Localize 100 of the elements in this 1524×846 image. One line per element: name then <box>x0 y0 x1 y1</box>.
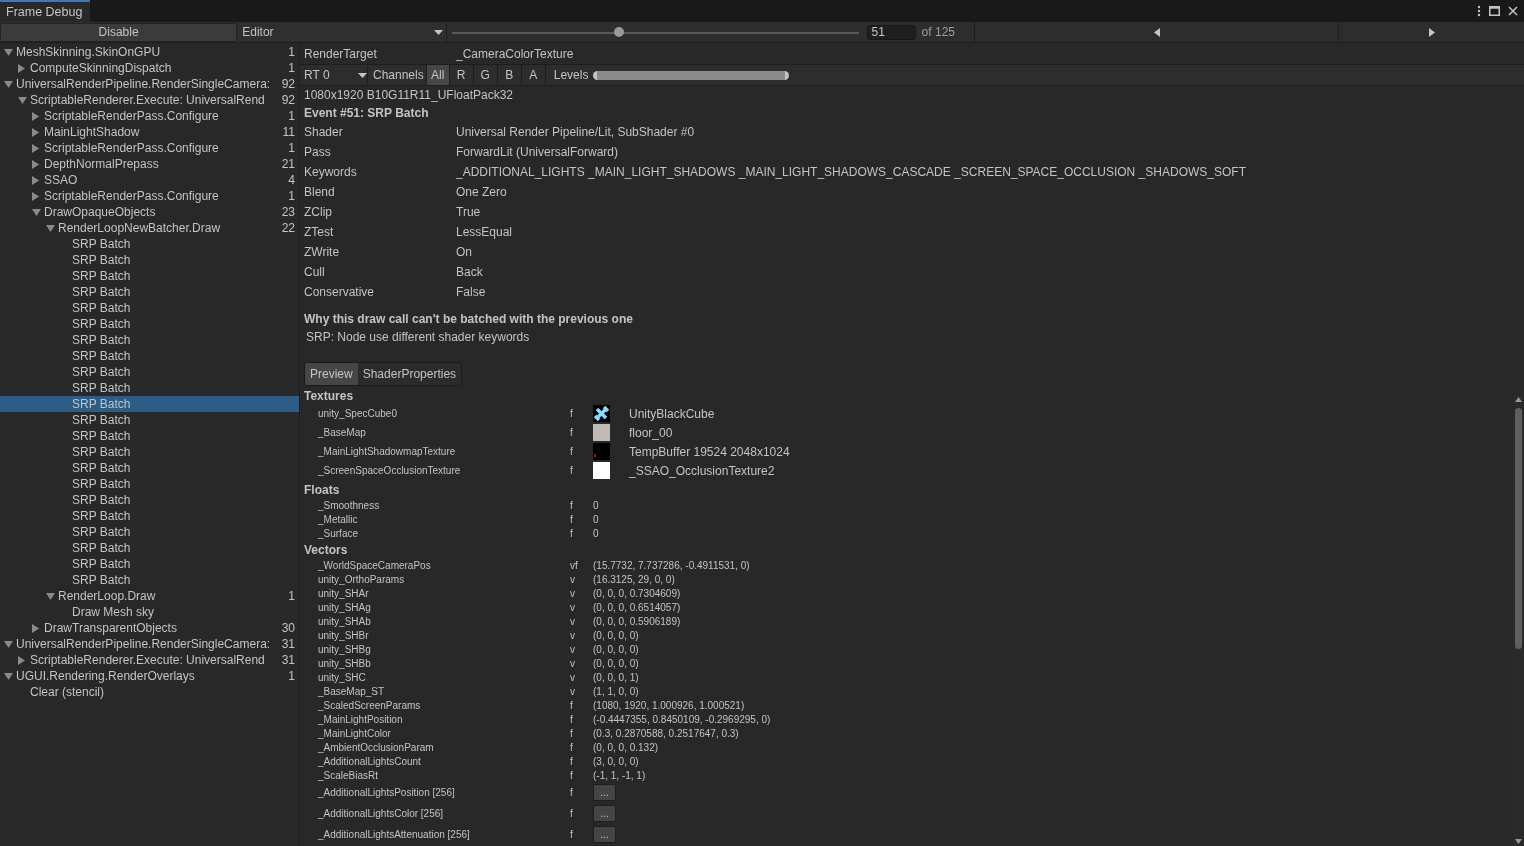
tree-item-label: SRP Batch <box>72 429 132 443</box>
tree-item[interactable]: SRP Batch <box>0 460 299 476</box>
tree-item[interactable]: SRP Batch <box>0 284 299 300</box>
property-label: Keywords <box>304 165 358 179</box>
tree-item-label: ScriptableRenderPass.Configure <box>44 109 220 123</box>
show-values-button[interactable]: ... <box>593 805 616 822</box>
collapsed-arrow-icon[interactable] <box>18 655 25 665</box>
tree-item[interactable]: ScriptableRenderer.Execute: UniversalRend 92 <box>0 92 299 108</box>
tree-item-label: MeshSkinning.SkinOnGPU <box>16 45 162 59</box>
tree-item[interactable]: MeshSkinning.SkinOnGPU 1 <box>0 44 299 60</box>
tree-item-label: SRP Batch <box>72 269 132 283</box>
expanded-arrow-icon[interactable] <box>4 48 13 56</box>
caret-icon <box>358 72 367 78</box>
tree-item[interactable]: RenderLoopNewBatcher.Draw 22 <box>0 220 299 236</box>
section-heading: Vectors <box>304 542 348 558</box>
collapsed-arrow-icon[interactable] <box>18 63 25 73</box>
render-target-dropdown[interactable]: RT 0 <box>304 65 368 85</box>
texture-name: TempBuffer 19524 2048x1024 <box>629 444 790 459</box>
show-values-button[interactable]: ... <box>593 784 616 801</box>
tree-item[interactable]: UGUI.Rendering.RenderOverlays 1 <box>0 668 299 684</box>
draw-count: 1 <box>288 141 295 155</box>
expanded-arrow-icon[interactable] <box>4 672 13 680</box>
tree-item[interactable]: ComputeSkinningDispatch 1 <box>0 60 299 76</box>
disable-button[interactable]: Disable <box>0 22 238 42</box>
draw-count: 1 <box>288 669 295 683</box>
tree-item[interactable]: SRP Batch <box>0 380 299 396</box>
texture-name: _SSAO_OcclusionTexture2 <box>629 463 775 478</box>
tree-item[interactable]: SRP Batch <box>0 396 299 412</box>
property-value: (3, 0, 0, 0) <box>593 755 639 767</box>
property-value: 0 <box>593 513 599 525</box>
tree-item-label: UniversalRenderPipeline.RenderSingleCamera: <box>16 637 272 651</box>
property-type-label: v <box>570 587 576 599</box>
tree-item[interactable]: SRP Batch <box>0 332 299 348</box>
close-icon[interactable] <box>1508 6 1518 16</box>
channel-toggle[interactable]: All <box>425 65 449 85</box>
property-name: _AdditionalLightsCount <box>318 755 422 767</box>
tree-item[interactable]: SRP Batch <box>0 476 299 492</box>
tree-item[interactable]: SRP Batch <box>0 412 299 428</box>
tree-item[interactable]: ScriptableRenderer.Execute: UniversalRend 31 <box>0 652 299 668</box>
tree-item-label: SRP Batch <box>72 477 132 491</box>
tree-item-label: SRP Batch <box>72 461 132 475</box>
tree-item-label: SSAO <box>44 173 79 187</box>
tree-item[interactable]: Clear (stencil) <box>0 684 299 700</box>
tree-item[interactable]: SRP Batch <box>0 428 299 444</box>
property-value: (0, 0, 0, 0.132) <box>593 741 659 753</box>
tree-item[interactable]: ScriptableRenderPass.Configure 1 <box>0 108 299 124</box>
tree-item[interactable]: UniversalRenderPipeline.RenderSingleCamera: 92 <box>0 76 299 92</box>
tree-item[interactable]: SRP Batch <box>0 316 299 332</box>
property-type-label: v <box>570 629 576 641</box>
tree-item[interactable]: RenderLoop.Draw 1 <box>0 588 299 604</box>
slider-thumb[interactable] <box>613 26 624 37</box>
property-type-label: f <box>570 727 574 739</box>
tree-item[interactable]: SRP Batch <box>0 252 299 268</box>
section-heading: Floats <box>304 482 340 498</box>
tree-item[interactable]: DepthNormalPrepass 21 <box>0 156 299 172</box>
tree-item[interactable]: SRP Batch <box>0 268 299 284</box>
tree-item[interactable]: DrawOpaqueObjects 23 <box>0 204 299 220</box>
tree-item-label: ScriptableRenderPass.Configure <box>44 141 220 155</box>
tree-item[interactable]: SRP Batch <box>0 300 299 316</box>
draw-count: 1 <box>288 109 295 123</box>
tree-item[interactable]: SRP Batch <box>0 492 299 508</box>
window-tab[interactable]: Frame Debug <box>0 0 91 22</box>
tree-item[interactable]: SRP Batch <box>0 572 299 588</box>
more-options-icon[interactable] <box>1477 5 1481 17</box>
scroll-down-icon[interactable] <box>1515 839 1522 844</box>
tree-item[interactable]: SSAO 4 <box>0 172 299 188</box>
property-type-label: v <box>570 615 576 627</box>
tree-item[interactable]: MainLightShadow 11 <box>0 124 299 140</box>
texture-format: 1080x1920 B10G11R11_UFloatPack32 <box>304 87 515 104</box>
tree-item-label: SRP Batch <box>72 445 132 459</box>
maximize-icon[interactable] <box>1489 6 1500 16</box>
property-type-label: v <box>570 601 576 613</box>
show-values-button[interactable]: ... <box>593 826 616 843</box>
event-number-field[interactable]: 51 <box>866 24 916 40</box>
scroll-up-icon[interactable] <box>1515 397 1522 402</box>
property-name: _ScaledScreenParams <box>318 699 422 711</box>
tree-item[interactable]: DrawTransparentObjects 30 <box>0 620 299 636</box>
tree-item[interactable]: SRP Batch <box>0 556 299 572</box>
collapsed-arrow-icon[interactable] <box>32 623 39 633</box>
property-type-label: f <box>570 527 574 539</box>
property-name: unity_SHBg <box>318 643 372 655</box>
tree-item[interactable]: ScriptableRenderPass.Configure 1 <box>0 188 299 204</box>
expanded-arrow-icon[interactable] <box>4 640 13 648</box>
expanded-arrow-icon[interactable] <box>46 592 55 600</box>
levels-slider[interactable] <box>593 70 790 80</box>
property-name: _Smoothness <box>318 499 381 511</box>
texture-name: UnityBlackCube <box>629 406 715 421</box>
tree-item[interactable]: SRP Batch <box>0 524 299 540</box>
tree-item[interactable]: SRP Batch <box>0 508 299 524</box>
tree-item[interactable]: UniversalRenderPipeline.RenderSingleCamera: 31 <box>0 636 299 652</box>
tree-item[interactable]: Draw Mesh sky <box>0 604 299 620</box>
panel-tab[interactable]: Preview <box>305 363 358 385</box>
tree-item[interactable]: SRP Batch <box>0 364 299 380</box>
tree-item[interactable]: SRP Batch <box>0 444 299 460</box>
scrollbar[interactable] <box>1513 395 1524 846</box>
tree-item[interactable]: SRP Batch <box>0 348 299 364</box>
property-type-label: v <box>570 671 576 683</box>
tree-item[interactable]: ScriptableRenderPass.Configure 1 <box>0 140 299 156</box>
tree-item[interactable]: SRP Batch <box>0 236 299 252</box>
tree-item[interactable]: SRP Batch <box>0 540 299 556</box>
